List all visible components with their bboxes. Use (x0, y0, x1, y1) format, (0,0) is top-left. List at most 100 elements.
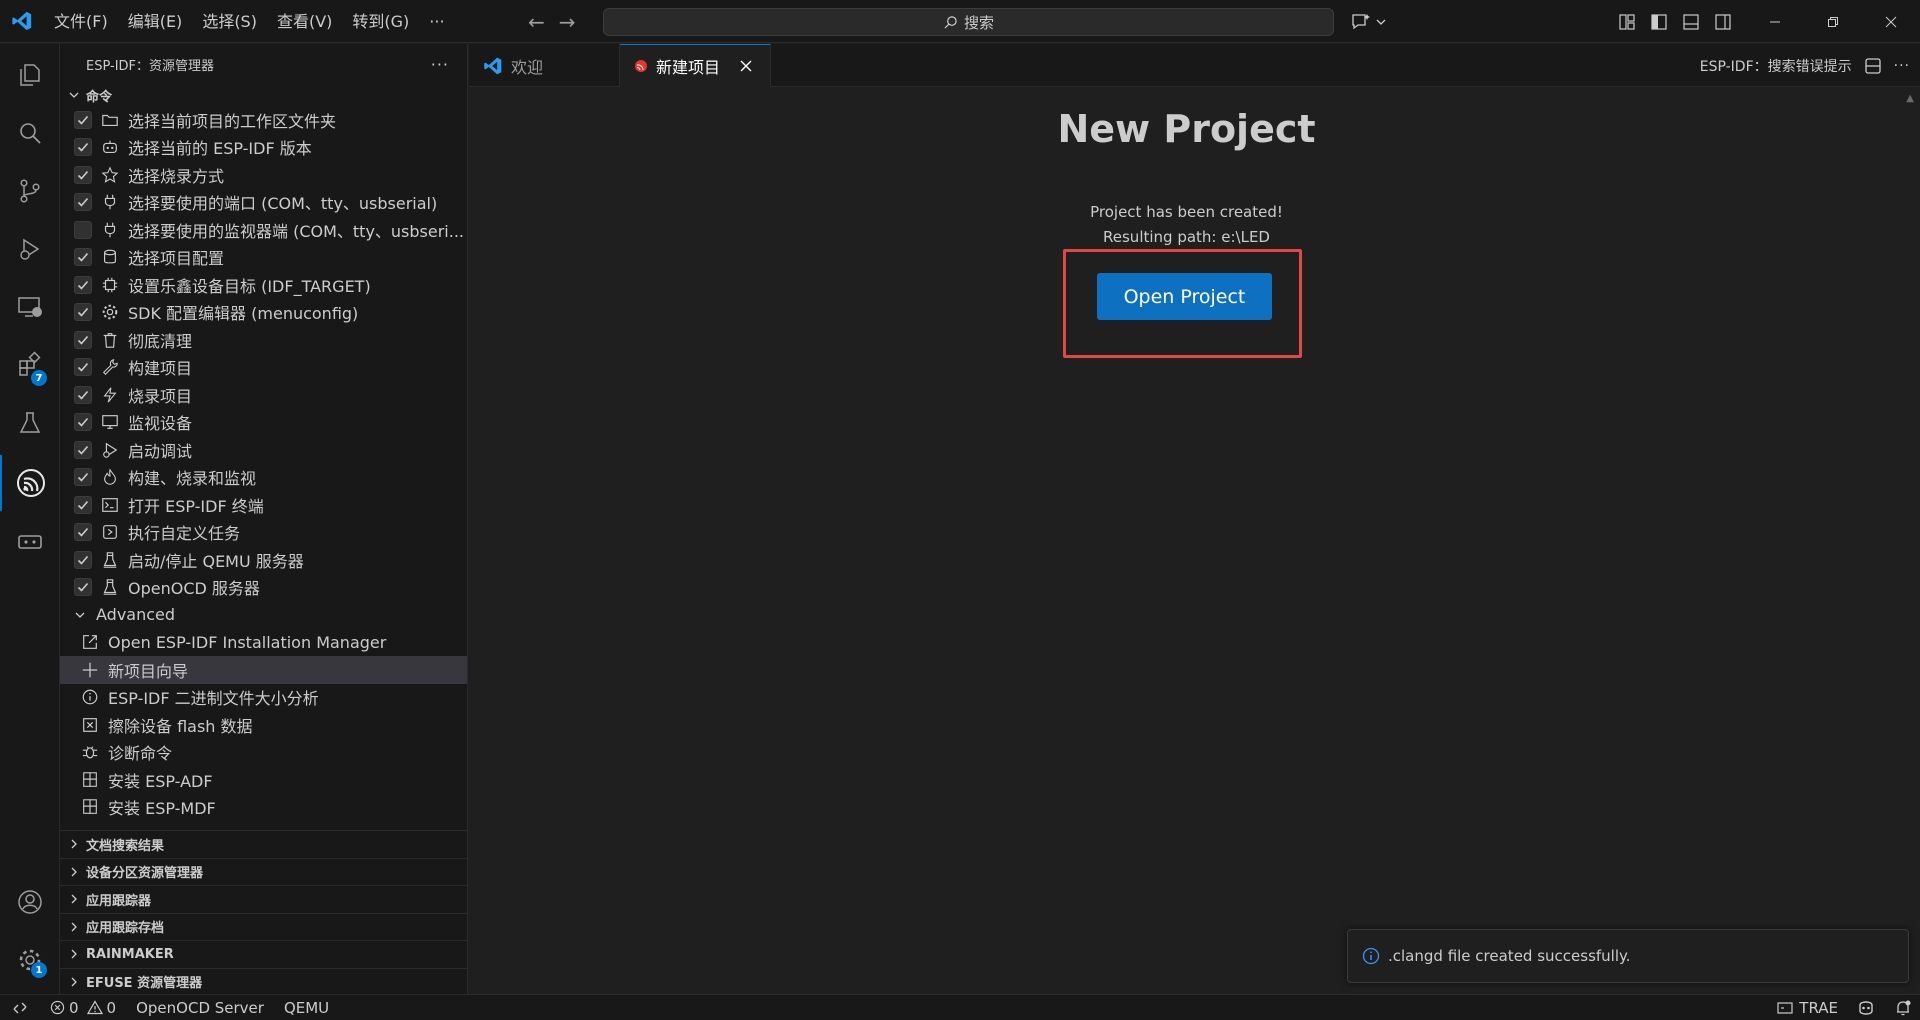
command-item[interactable]: 打开 ESP-IDF 终端 (60, 491, 467, 519)
commands-section-header[interactable]: 命令 (60, 84, 467, 106)
status-bar-right: TRAE (1777, 995, 1912, 1020)
chevron-right-icon (66, 866, 82, 878)
open-project-button[interactable]: Open Project (1097, 273, 1272, 320)
extensions-icon[interactable]: 7 (0, 337, 60, 393)
command-item[interactable]: 彻底清理 (60, 326, 467, 354)
tab-welcome[interactable]: 欢迎 (469, 44, 620, 87)
collapsed-section-header[interactable]: 应用跟踪存档 (60, 912, 467, 941)
checkbox-checked[interactable] (74, 495, 92, 514)
checkbox-checked[interactable] (74, 468, 92, 487)
checkbox-checked[interactable] (74, 413, 92, 432)
advanced-item[interactable]: 诊断命令 (60, 739, 467, 767)
collapsed-section-header[interactable]: 应用跟踪器 (60, 885, 467, 913)
remote-indicator[interactable] (0, 995, 40, 1020)
forward-arrow-icon[interactable]: → (559, 10, 576, 34)
checkbox-checked[interactable] (74, 138, 92, 157)
close-tab-icon[interactable] (740, 60, 752, 72)
checkbox-unchecked[interactable] (74, 220, 92, 239)
explorer-icon[interactable] (0, 47, 60, 103)
menu-more[interactable]: ··· (419, 0, 454, 43)
command-center-search[interactable]: 搜索 (603, 8, 1334, 36)
checkbox-checked[interactable] (74, 523, 92, 542)
copilot-chat-button[interactable] (1350, 0, 1386, 43)
command-item[interactable]: 选择要使用的监视器端 (COM、tty、usbseri... (60, 216, 467, 244)
testing-icon[interactable] (0, 395, 60, 451)
command-item[interactable]: 构建项目 (60, 354, 467, 382)
menu-file[interactable]: 文件(F) (44, 0, 118, 43)
toggle-secondary-sidebar-icon[interactable] (1714, 13, 1732, 31)
qemu-status[interactable]: QEMU (274, 999, 339, 1017)
menu-go[interactable]: 转到(G) (342, 0, 419, 43)
menu-view[interactable]: 查看(V) (267, 0, 342, 43)
command-item[interactable]: 监视设备 (60, 409, 467, 437)
nav-arrows: ← → (528, 0, 576, 43)
advanced-header[interactable]: Advanced (60, 601, 467, 629)
esp-idf-icon[interactable] (0, 455, 60, 511)
more-tab-actions-icon[interactable]: ··· (1894, 58, 1910, 74)
checkbox-checked[interactable] (74, 275, 92, 294)
checkbox-checked[interactable] (74, 385, 92, 404)
collapsed-section-header[interactable]: RAINMAKER (60, 940, 467, 968)
checkbox-checked[interactable] (74, 440, 92, 459)
advanced-item[interactable]: 新项目向导 (60, 656, 467, 684)
command-item[interactable]: 构建、烧录和监视 (60, 464, 467, 492)
collapsed-section-header[interactable]: 设备分区资源管理器 (60, 857, 467, 886)
command-item[interactable]: 选择要使用的端口 (COM、tty、usbserial) (60, 189, 467, 217)
manage-gear-icon[interactable]: 1 (0, 932, 60, 988)
advanced-item[interactable]: Open ESP-IDF Installation Manager (60, 629, 467, 657)
openocd-server-status[interactable]: OpenOCD Server (126, 999, 274, 1017)
run-debug-icon[interactable] (0, 221, 60, 277)
esp-device-icon[interactable] (0, 514, 60, 570)
menu-selection[interactable]: 选择(S) (192, 0, 267, 43)
copilot-icon[interactable] (1856, 999, 1876, 1017)
command-item[interactable]: 设置乐鑫设备目标 (IDF_TARGET) (60, 271, 467, 299)
minimize-icon[interactable] (1746, 0, 1804, 43)
checkbox-checked[interactable] (74, 248, 92, 267)
command-item[interactable]: SDK 配置编辑器 (menuconfig) (60, 299, 467, 327)
checkbox-checked[interactable] (74, 578, 92, 597)
command-item[interactable]: 烧录项目 (60, 381, 467, 409)
checkbox-checked[interactable] (74, 550, 92, 569)
command-item[interactable]: 执行自定义任务 (60, 519, 467, 547)
command-item[interactable]: 选择当前项目的工作区文件夹 (60, 106, 467, 134)
customize-layout-icon[interactable] (1618, 13, 1636, 31)
checkbox-checked[interactable] (74, 358, 92, 377)
notifications-bell-icon[interactable] (1894, 999, 1912, 1017)
menu-edit[interactable]: 编辑(E) (118, 0, 193, 43)
checkbox-checked[interactable] (74, 165, 92, 184)
scroll-up-icon[interactable]: ▲ (1906, 93, 1914, 104)
problems-indicator[interactable]: 0 0 (40, 999, 126, 1017)
search-view-icon[interactable] (0, 105, 60, 161)
tab-new-project[interactable]: 新建项目 (620, 44, 771, 87)
command-item[interactable]: 启动调试 (60, 436, 467, 464)
back-arrow-icon[interactable]: ← (528, 10, 545, 34)
command-item[interactable]: OpenOCD 服务器 (60, 574, 467, 602)
advanced-item[interactable]: 安装 ESP-ADF (60, 766, 467, 794)
toggle-panel-icon[interactable] (1682, 13, 1700, 31)
checkbox-checked[interactable] (74, 110, 92, 129)
restore-icon[interactable] (1804, 0, 1862, 43)
command-label: 选择要使用的端口 (COM、tty、usbserial) (128, 194, 438, 214)
account-icon[interactable] (0, 874, 60, 930)
advanced-item[interactable]: 安装 ESP-MDF (60, 794, 467, 822)
collapsed-section-header[interactable]: 文档搜索结果 (60, 830, 467, 858)
checkbox-checked[interactable] (74, 330, 92, 349)
command-item[interactable]: 选择烧录方式 (60, 161, 467, 189)
search-error-hint-button[interactable]: ESP-IDF：搜索错误提示 (1700, 56, 1852, 76)
source-control-icon[interactable] (0, 163, 60, 219)
toggle-primary-sidebar-icon[interactable] (1650, 13, 1668, 31)
external-link-icon (80, 632, 100, 652)
command-item[interactable]: 选择当前的 ESP-IDF 版本 (60, 134, 467, 162)
checkbox-checked[interactable] (74, 193, 92, 212)
checkbox-checked[interactable] (74, 303, 92, 322)
remote-explorer-icon[interactable] (0, 279, 60, 335)
collapsed-section-header[interactable]: EFUSE 资源管理器 (60, 967, 467, 995)
command-item[interactable]: 选择项目配置 (60, 244, 467, 272)
close-window-icon[interactable] (1862, 0, 1920, 43)
advanced-item[interactable]: ESP-IDF 二进制文件大小分析 (60, 684, 467, 712)
advanced-item[interactable]: 擦除设备 flash 数据 (60, 711, 467, 739)
more-actions-icon[interactable]: ··· (431, 55, 449, 74)
command-item[interactable]: 启动/停止 QEMU 服务器 (60, 546, 467, 574)
split-editor-icon[interactable] (1864, 57, 1882, 75)
trae-status[interactable]: TRAE (1777, 999, 1838, 1017)
